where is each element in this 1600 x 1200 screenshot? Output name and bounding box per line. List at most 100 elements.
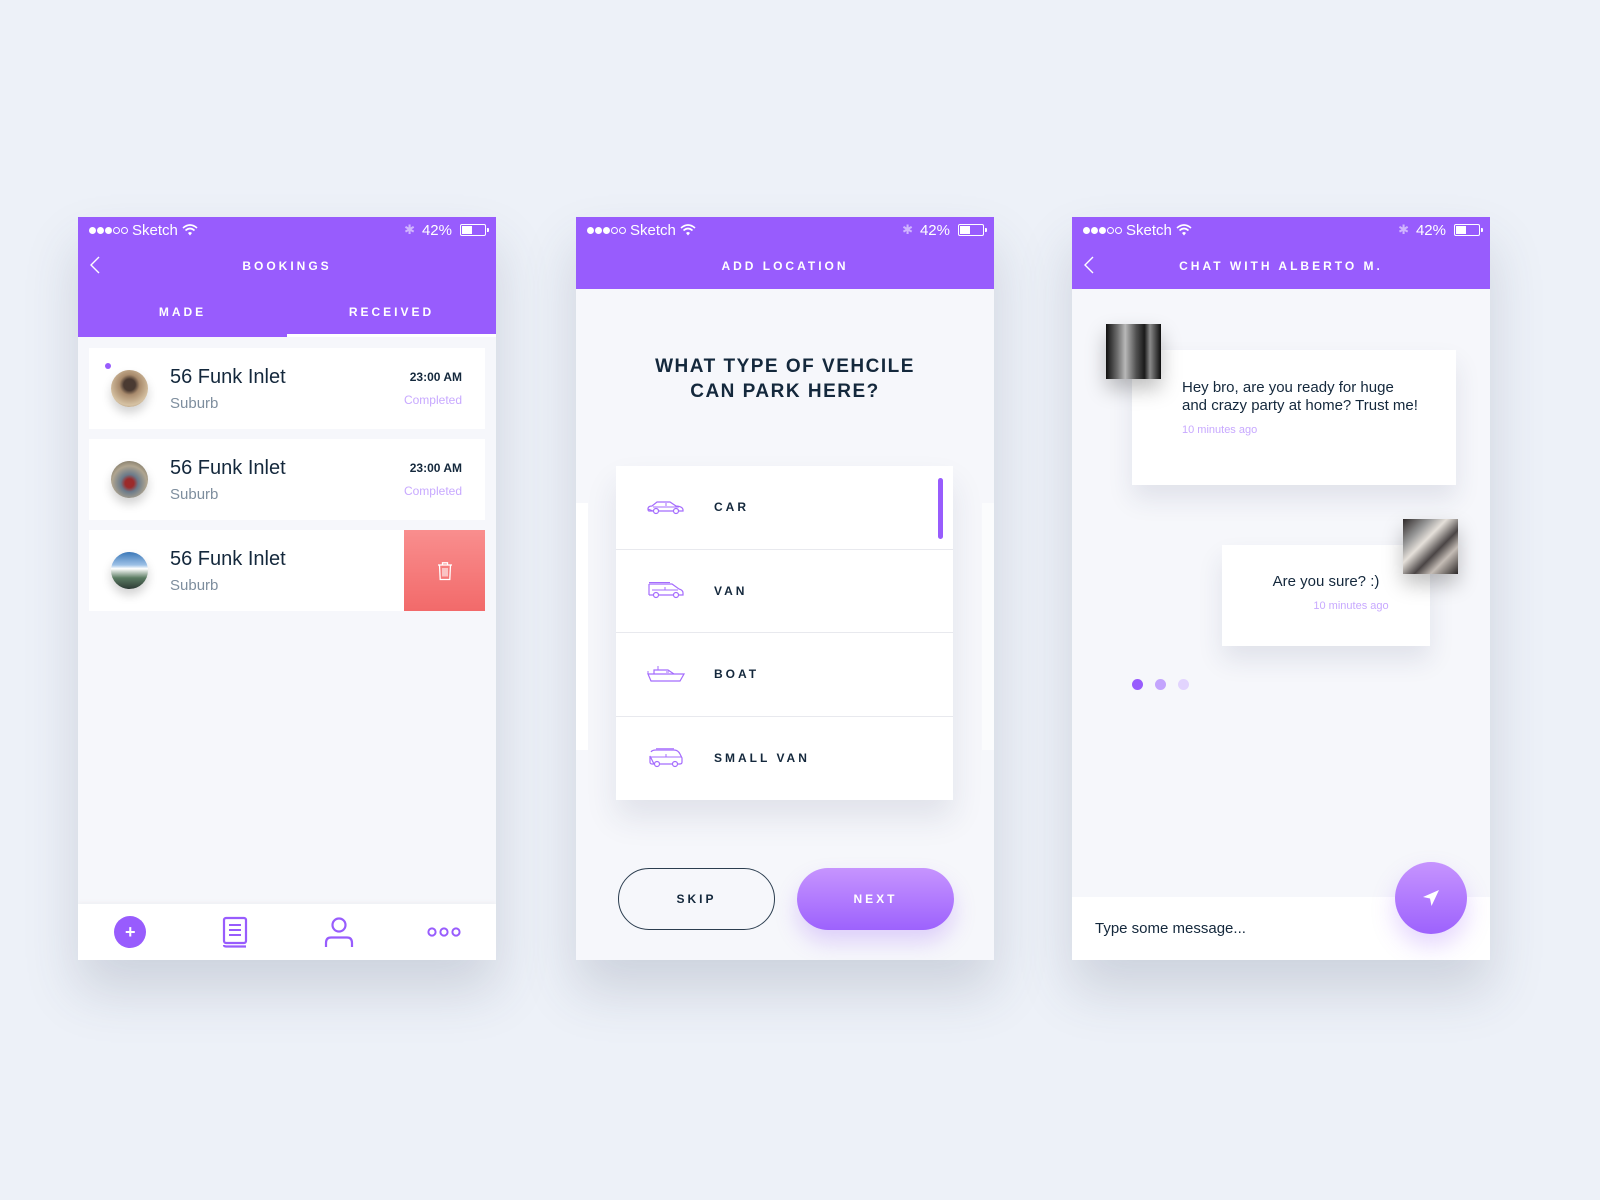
- boat-icon: [647, 666, 686, 682]
- tabbar-profile[interactable]: [309, 916, 369, 948]
- message-thread: Hey bro, are you ready for huge and craz…: [1072, 289, 1490, 889]
- selected-indicator: [938, 478, 943, 539]
- van-icon: [648, 581, 684, 598]
- bluetooth-icon: ✱: [1398, 222, 1409, 237]
- vehicle-option-van[interactable]: VAN: [616, 550, 953, 633]
- message-timestamp: 10 minutes ago: [1313, 600, 1389, 612]
- status-bar: Sketch ✱ 42%: [576, 217, 994, 243]
- car-icon: [647, 501, 684, 515]
- booking-row[interactable]: 56 Funk Inlet Suburb: [89, 530, 485, 611]
- message-bubble-sent: Are you sure? :) 10 minutes ago: [1222, 545, 1430, 646]
- avatar: [111, 552, 148, 589]
- trash-icon: [437, 561, 452, 580]
- booking-subtitle: Suburb: [170, 394, 219, 412]
- add-location-header: Sketch ✱ 42% ADD LOCATION: [576, 217, 994, 289]
- carrier-name: Sketch: [1126, 221, 1172, 239]
- booking-status: Completed: [403, 484, 462, 498]
- send-icon: [1423, 890, 1439, 906]
- vehicle-option-small-van[interactable]: SMALL VAN: [616, 717, 953, 801]
- page-title: BOOKINGS: [242, 259, 332, 273]
- avatar: [111, 370, 148, 407]
- booking-subtitle: Suburb: [170, 485, 219, 503]
- message-bubble-received: Hey bro, are you ready for huge and craz…: [1132, 350, 1456, 485]
- back-chevron-icon[interactable]: [1082, 255, 1098, 275]
- typing-dot: [1178, 679, 1189, 690]
- booking-time: 23:00 AM: [409, 461, 462, 475]
- vehicle-label: SMALL VAN: [714, 751, 810, 766]
- bookings-header: Sketch ✱ 42% BOOKINGS MADE RECEIVED: [78, 217, 496, 337]
- vehicle-option-car[interactable]: CAR: [616, 466, 953, 550]
- tab-made[interactable]: MADE: [78, 289, 287, 337]
- next-button[interactable]: NEXT: [797, 868, 954, 930]
- bottom-tab-bar: +: [78, 904, 496, 960]
- page-title: CHAT WITH ALBERTO M.: [1179, 259, 1383, 273]
- tabbar-more[interactable]: [414, 926, 474, 938]
- booking-row[interactable]: 56 Funk Inlet Suburb 23:00 AM Completed: [89, 439, 485, 520]
- signal-strength-icon: [1083, 226, 1122, 234]
- message-timestamp: 10 minutes ago: [1182, 424, 1258, 436]
- signal-strength-icon: [89, 226, 128, 234]
- booking-list: 56 Funk Inlet Suburb 23:00 AM Completed …: [78, 337, 496, 611]
- battery-percent: 42%: [919, 221, 950, 239]
- tabbar-add[interactable]: +: [100, 916, 160, 948]
- delete-button[interactable]: [404, 530, 485, 611]
- send-button[interactable]: [1395, 862, 1467, 934]
- chat-header: Sketch ✱ 42% CHAT WITH ALBERTO M.: [1072, 217, 1490, 289]
- vehicle-option-boat[interactable]: BOAT: [616, 633, 953, 717]
- bluetooth-icon: ✱: [404, 222, 415, 237]
- carrier-name: Sketch: [630, 221, 676, 239]
- booking-time: 23:00 AM: [409, 370, 462, 384]
- booking-title: 56 Funk Inlet: [170, 456, 286, 479]
- unread-indicator: [105, 363, 111, 369]
- add-location-screen: Sketch ✱ 42% ADD LOCATION WHAT TYPE OF V…: [576, 217, 994, 960]
- user-avatar: [1403, 519, 1458, 574]
- status-bar: Sketch ✱ 42%: [1072, 217, 1490, 243]
- more-icon: [427, 927, 461, 937]
- bookings-tabs: MADE RECEIVED: [78, 289, 496, 337]
- vehicle-type-list: CAR VAN BOAT SMALL VAN: [616, 466, 953, 800]
- small-van-icon: [649, 748, 683, 768]
- tab-received[interactable]: RECEIVED: [287, 289, 496, 337]
- bluetooth-icon: ✱: [902, 222, 913, 237]
- next-card-peek: [982, 503, 994, 750]
- action-buttons: SKIP NEXT: [618, 868, 954, 930]
- message-text: Are you sure? :): [1272, 573, 1380, 590]
- back-chevron-icon[interactable]: [88, 255, 104, 275]
- battery-icon: [460, 224, 489, 236]
- booking-title: 56 Funk Inlet: [170, 365, 286, 388]
- book-icon: [222, 916, 247, 948]
- battery-icon: [958, 224, 987, 236]
- battery-percent: 42%: [1415, 221, 1446, 239]
- status-bar: Sketch ✱ 42%: [78, 217, 496, 243]
- active-tab-indicator: [287, 334, 496, 337]
- vehicle-label: VAN: [714, 583, 748, 598]
- message-text: Hey bro, are you ready for huge and craz…: [1182, 379, 1418, 414]
- previous-card-peek: [576, 503, 588, 750]
- signal-strength-icon: [587, 226, 626, 234]
- typing-indicator: [1132, 679, 1189, 690]
- wifi-icon: [1176, 224, 1192, 236]
- vehicle-label: BOAT: [714, 667, 760, 682]
- carrier-name: Sketch: [132, 221, 178, 239]
- battery-icon: [1454, 224, 1483, 236]
- typing-dot: [1132, 679, 1143, 690]
- typing-dot: [1155, 679, 1166, 690]
- message-input[interactable]: [1095, 920, 1375, 937]
- bookings-screen: Sketch ✱ 42% BOOKINGS MADE RECEIVED 56 F…: [78, 217, 496, 960]
- wifi-icon: [182, 224, 198, 236]
- vehicle-question: WHAT TYPE OF VEHCILE CAN PARK HERE?: [576, 354, 994, 404]
- avatar: [111, 461, 148, 498]
- battery-percent: 42%: [421, 221, 452, 239]
- booking-row[interactable]: 56 Funk Inlet Suburb 23:00 AM Completed: [89, 348, 485, 429]
- sender-avatar: [1106, 324, 1161, 379]
- skip-button[interactable]: SKIP: [618, 868, 775, 930]
- tabbar-bookings[interactable]: [205, 916, 265, 948]
- plus-icon: +: [114, 916, 147, 948]
- page-title: ADD LOCATION: [721, 259, 849, 273]
- user-icon: [325, 917, 354, 947]
- chat-screen: Sketch ✱ 42% CHAT WITH ALBERTO M. Hey br…: [1072, 217, 1490, 960]
- wifi-icon: [680, 224, 696, 236]
- vehicle-label: CAR: [714, 500, 749, 515]
- question-text: WHAT TYPE OF VEHCILE CAN PARK HERE?: [655, 356, 915, 402]
- booking-status: Completed: [403, 393, 462, 407]
